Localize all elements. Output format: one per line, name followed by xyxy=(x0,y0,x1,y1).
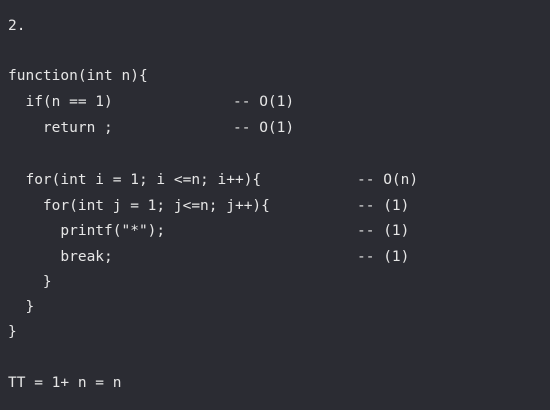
code-line: break; xyxy=(8,249,113,265)
code-line: 2. xyxy=(8,18,26,34)
code-line: for(int i = 1; i <=n; i++){ xyxy=(8,172,262,188)
code-line: TT = 1+ n = n xyxy=(8,375,122,391)
code-editor[interactable]: 2. function(int n){ if(n == 1) return ; … xyxy=(0,0,550,410)
code-line: for(int j = 1; j<=n; j++){ xyxy=(8,198,270,214)
code-line: return ; xyxy=(8,120,113,136)
code-comment: -- O(1) xyxy=(233,120,295,136)
code-line: if(n == 1) xyxy=(8,94,113,110)
code-line: printf("*"); xyxy=(8,223,166,239)
code-comment: -- O(n) xyxy=(357,172,419,188)
code-comment: -- (1) xyxy=(357,198,410,214)
code-line: function(int n){ xyxy=(8,68,148,84)
code-comment: -- (1) xyxy=(357,223,410,239)
code-line: } xyxy=(8,274,52,290)
code-comment: -- O(1) xyxy=(233,94,295,110)
code-line: } xyxy=(8,299,35,315)
code-line: } xyxy=(8,324,17,340)
code-comment: -- (1) xyxy=(357,249,410,265)
